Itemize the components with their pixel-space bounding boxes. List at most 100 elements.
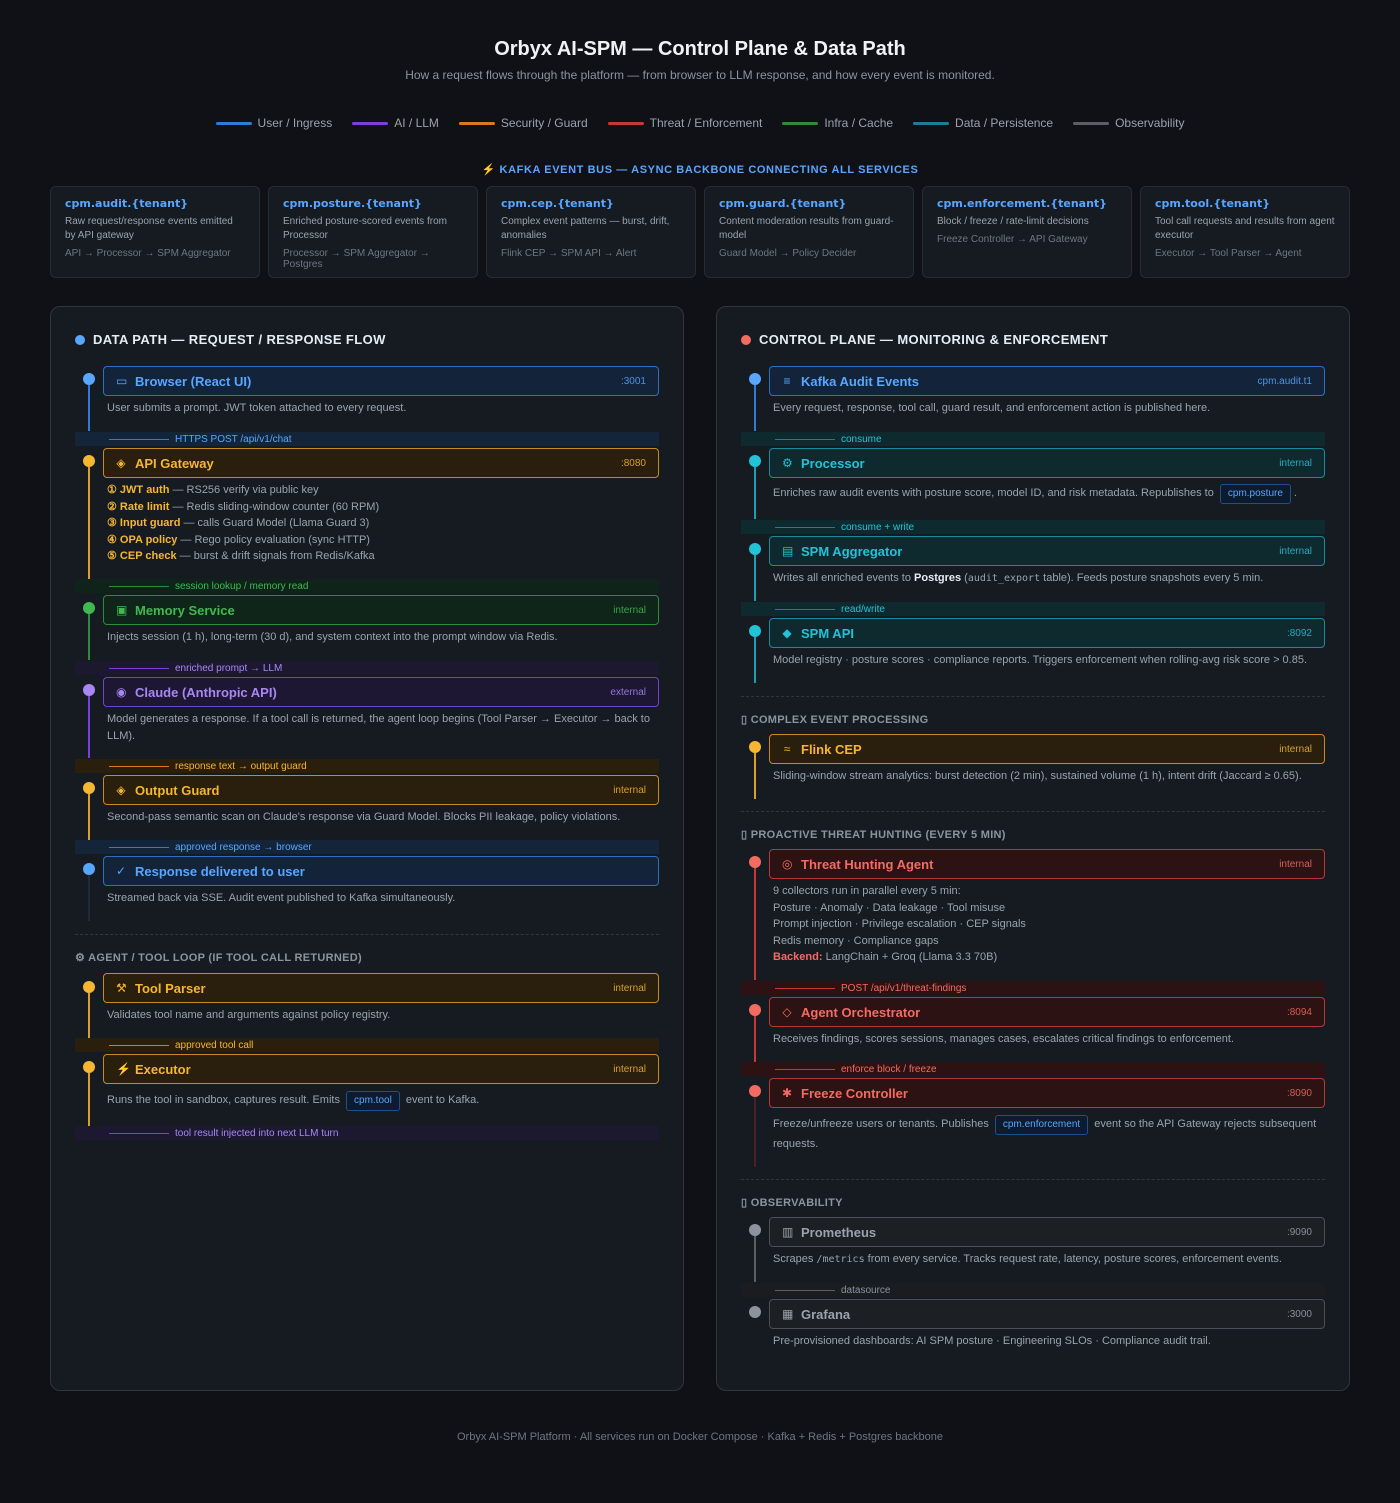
step-label: ② Rate limit (107, 500, 170, 513)
flow-node (83, 782, 95, 794)
node-desc: Sliding-window stream analytics: burst d… (773, 770, 1302, 782)
node-name: Flink CEP (801, 741, 862, 757)
grafana-node[interactable]: ▦ Grafana :3000 (769, 1299, 1325, 1329)
flow-node (749, 1224, 761, 1236)
flow-line (88, 696, 90, 758)
desc-text: Freeze/unfreeze users or tenants. Publis… (773, 1118, 989, 1130)
connector-line (109, 667, 169, 669)
connector-line (109, 765, 169, 767)
node-port: :8094 (1286, 1006, 1312, 1018)
step-text: — Redis sliding-window counter (60 RPM) (169, 500, 380, 513)
flow-node (83, 684, 95, 696)
connector-line (109, 846, 169, 848)
agent-orchestrator-node[interactable]: ◇ Agent Orchestrator :8094 (769, 997, 1325, 1027)
gateway-steps: ① JWT auth — RS256 verify via public key… (107, 482, 657, 565)
node-port: internal (1279, 858, 1312, 870)
response-node[interactable]: ✓ Response delivered to user (103, 856, 659, 886)
legend-label: Security / Guard (500, 116, 588, 130)
node-name: Freeze Controller (801, 1085, 908, 1101)
topic-flow: Flink CEP → SPM API → Alert (501, 248, 637, 259)
tool-parser-node[interactable]: ⚒ Tool Parser internal (103, 973, 659, 1003)
hunter-desc: 9 collectors run in parallel every 5 min… (773, 883, 1333, 966)
flink-cep-node[interactable]: ≈ Flink CEP internal (769, 734, 1325, 764)
prometheus-node[interactable]: ▥ Prometheus :9090 (769, 1217, 1325, 1247)
desc-text: ( (961, 572, 968, 584)
flow-line (88, 385, 90, 431)
topic-chip: cpm.enforcement (994, 1115, 1089, 1135)
output-guard-node[interactable]: ◈ Output Guard internal (103, 775, 659, 805)
connector-text: read/write (841, 603, 885, 615)
claude-node[interactable]: ◉ Claude (Anthropic API) external (103, 677, 659, 707)
wrench-icon: ⚒ (116, 981, 127, 995)
connector-label: response text → output guard (75, 759, 659, 773)
threat-hunting-section-title: ▯ PROACTIVE THREAT HUNTING (EVERY 5 MIN) (741, 829, 1006, 841)
connector-label: datasource (741, 1283, 1325, 1297)
node-port: :3000 (1286, 1308, 1312, 1320)
node-desc: Model generates a response. If a tool ca… (107, 713, 650, 742)
memory-icon: ▣ (116, 603, 128, 617)
node-port: :3001 (620, 375, 646, 387)
desc-code: audit_export (967, 573, 1041, 584)
connector-text: session lookup / memory read (175, 580, 309, 592)
memory-service-node[interactable]: ▣ Memory Service internal (103, 595, 659, 625)
panel-title: CONTROL PLANE — MONITORING & ENFORCEMENT (741, 332, 1108, 347)
node-port: internal (613, 604, 646, 616)
processor-node[interactable]: ⚙ Processor internal (769, 448, 1325, 478)
connector-label: consume (741, 432, 1325, 446)
flow-node (749, 373, 761, 385)
connector-text: enforce block / freeze (841, 1063, 937, 1075)
connector-line (775, 987, 835, 989)
connector-text: tool result injected into next LLM turn (175, 1127, 339, 1139)
connector-text: approved response → browser (175, 841, 312, 853)
panel-dot (75, 334, 85, 345)
spm-api-node[interactable]: ◆ SPM API :8092 (769, 618, 1325, 648)
topic-card: cpm.tool.{tenant} Tool call requests and … (1140, 186, 1350, 278)
node-desc: Second-pass semantic scan on Claude's re… (107, 811, 621, 823)
step-text: — burst & drift signals from Redis/Kafka (176, 550, 375, 562)
connector-label: session lookup / memory read (75, 579, 659, 593)
topic-card: cpm.audit.{tenant} Raw request/response e… (50, 186, 260, 278)
threat-hunting-node[interactable]: ◎ Threat Hunting Agent internal (769, 849, 1325, 879)
chart-icon: ▥ (782, 1225, 794, 1239)
step-label: ③ Input guard (107, 517, 181, 529)
node-desc: Freeze/unfreeze users or tenants. Publis… (773, 1115, 1333, 1154)
connector-label: approved response → browser (75, 840, 659, 854)
topic-flow: Executor → Tool Parser → Agent (1155, 248, 1302, 259)
database-icon: ▤ (782, 544, 794, 558)
shield-check-icon: ◈ (116, 783, 126, 797)
freeze-icon: ✱ (782, 1086, 793, 1100)
desc-text: table). Feeds posture snapshots every 5 … (1040, 572, 1264, 584)
desc-line: 9 collectors run in parallel every 5 min… (773, 885, 961, 897)
browser-node[interactable]: ▭ Browser (React UI) :3001 (103, 366, 659, 396)
connector-text: consume + write (841, 521, 915, 533)
topic-card: cpm.guard.{tenant} Content moderation res… (704, 186, 914, 278)
freeze-controller-node[interactable]: ✱ Freeze Controller :8090 (769, 1078, 1325, 1108)
legend-label: Observability (1115, 116, 1185, 130)
flow-line (754, 1236, 756, 1282)
flow-line (754, 753, 756, 799)
connector-text: enriched prompt → LLM (175, 662, 283, 674)
executor-node[interactable]: ⚡ Executor internal (103, 1054, 659, 1084)
desc-line: Posture · Anomaly · Data leakage · Tool … (773, 901, 1006, 914)
connector-text: response text → output guard (175, 760, 307, 772)
api-gateway-node[interactable]: ◈ API Gateway :8080 (103, 448, 659, 478)
spm-aggregator-node[interactable]: ▤ SPM Aggregator internal (769, 536, 1325, 566)
node-name: Memory Service (135, 602, 235, 618)
panel-title: DATA PATH — REQUEST / RESPONSE FLOW (75, 332, 386, 347)
page-header: Orbyx AI-SPM — Control Plane & Data Path… (0, 38, 1400, 82)
node-desc: Receives findings, scores sessions, mana… (773, 1033, 1234, 1045)
desc-line: Backend: LangChain + Groq (Llama 3.3 70B… (773, 949, 1333, 966)
data-path-panel: DATA PATH — REQUEST / RESPONSE FLOW ▭ Br… (50, 306, 684, 1391)
legend-swatch (782, 121, 819, 125)
legend-swatch (913, 121, 950, 125)
page-title: Orbyx AI-SPM — Control Plane & Data Path (494, 38, 906, 60)
kafka-audit-node[interactable]: ≡ Kafka Audit Events cpm.audit.t1 (769, 366, 1325, 396)
flow-node (749, 455, 761, 467)
node-desc: Validates tool name and arguments agains… (107, 1009, 391, 1021)
topic-desc: Complex event patterns — burst, drift, a… (501, 216, 670, 241)
backend-text: LangChain + Groq (Llama 3.3 70B) (822, 951, 998, 963)
flow-node (83, 373, 95, 385)
legend: User / Ingress AI / LLM Security / Guard… (0, 116, 1400, 130)
desc-text: Enriches raw audit events with posture s… (773, 487, 1214, 499)
flow-node (749, 1306, 761, 1318)
